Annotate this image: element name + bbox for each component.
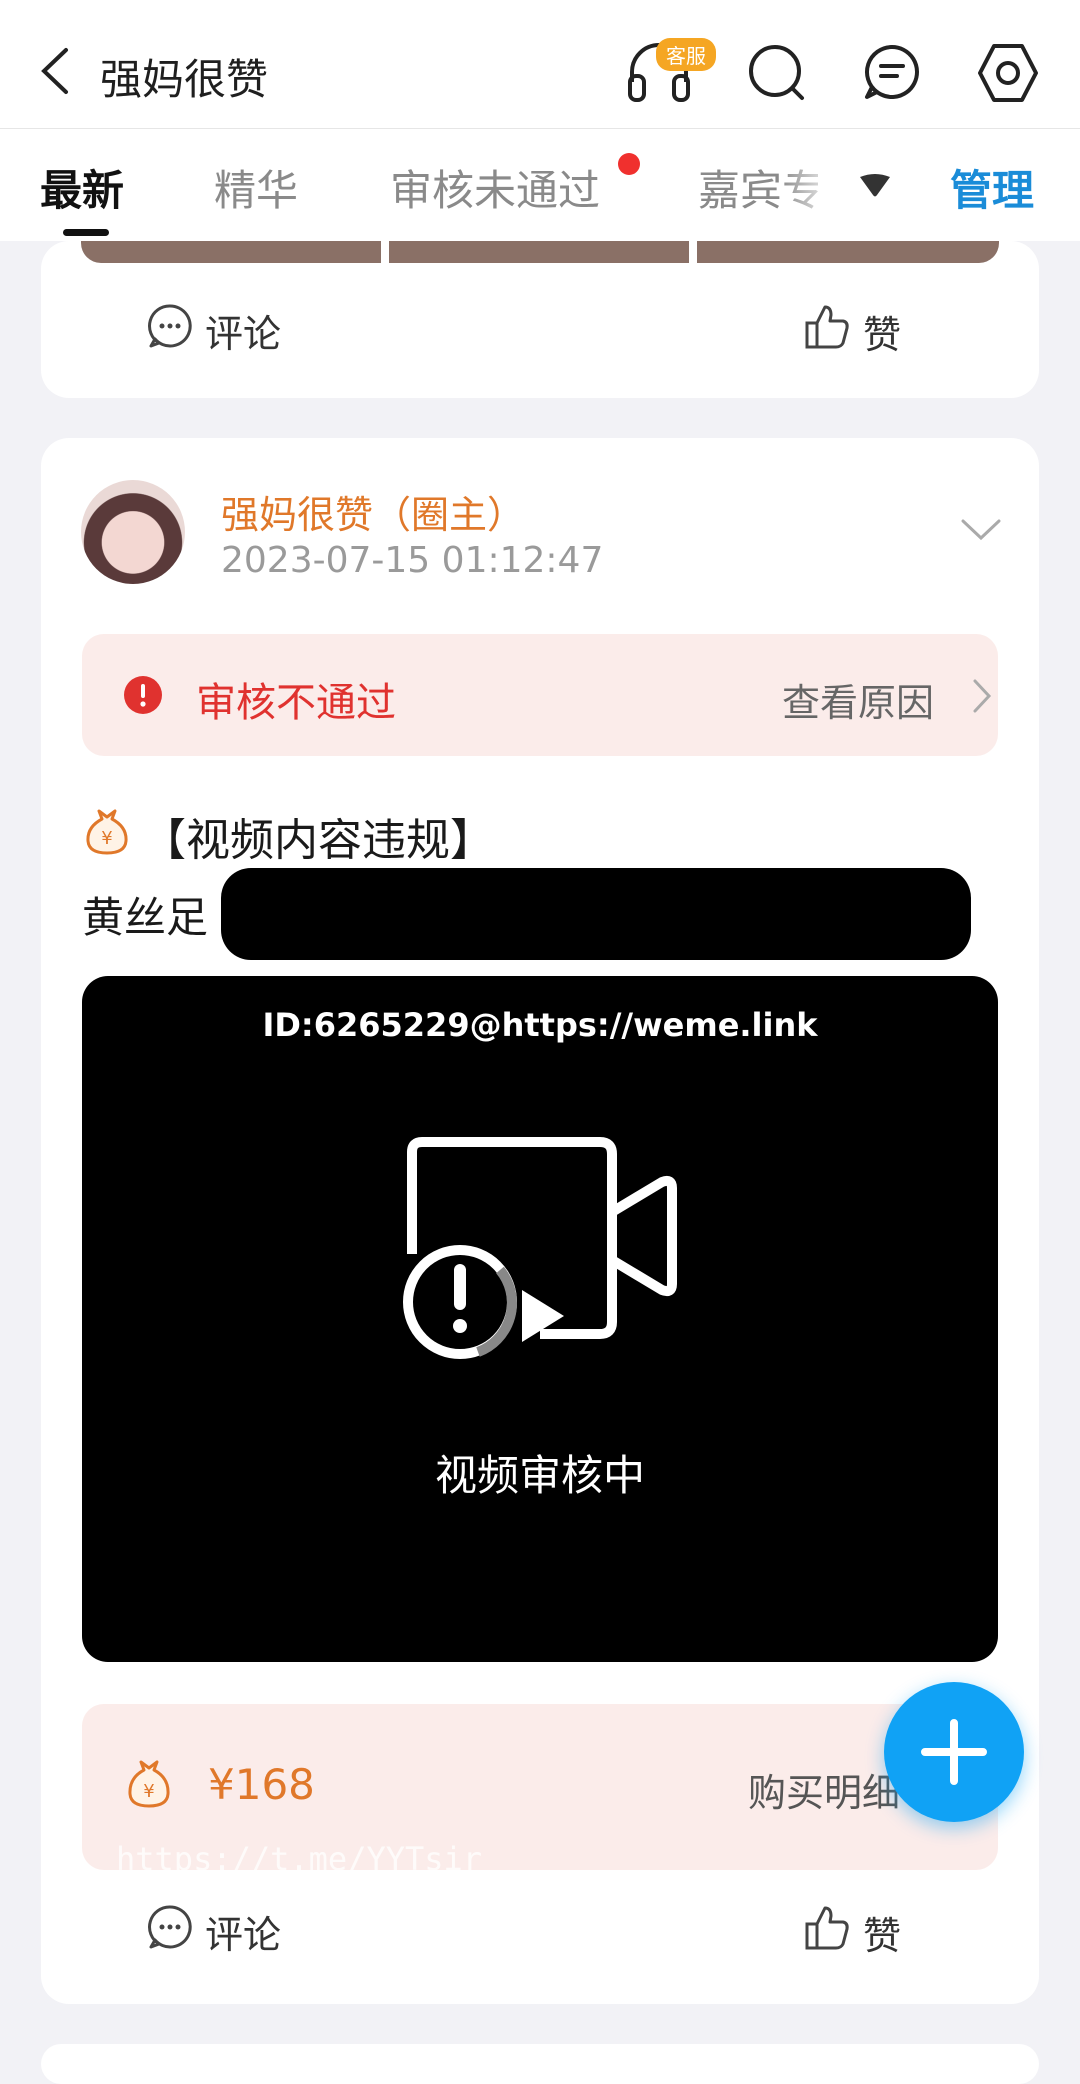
comment-button[interactable]: 评论 bbox=[147, 1904, 281, 1959]
svg-text:¥: ¥ bbox=[101, 828, 112, 849]
image-strip bbox=[81, 241, 999, 263]
price-amount: ¥168 bbox=[208, 1760, 315, 1809]
post-title-text: 【视频内容违规】 bbox=[142, 815, 494, 866]
manage-button[interactable]: 管理 bbox=[950, 157, 1034, 218]
comment-icon bbox=[147, 1904, 193, 1959]
tab-review-failed[interactable]: 审核未通过 bbox=[390, 157, 600, 218]
like-button[interactable]: 赞 bbox=[803, 1904, 901, 1961]
top-bar: 强妈很赞 客服 bbox=[0, 0, 1080, 129]
comment-icon bbox=[147, 303, 193, 358]
create-post-button[interactable] bbox=[884, 1682, 1024, 1822]
video-review-icon bbox=[403, 1137, 677, 1359]
chevron-right-icon bbox=[972, 678, 992, 718]
like-label: 赞 bbox=[863, 313, 902, 357]
search-icon[interactable] bbox=[746, 42, 806, 102]
post-title: ¥ 【视频内容违规】 bbox=[82, 804, 494, 868]
author-name[interactable]: 强妈很赞（圈主） bbox=[221, 484, 525, 539]
notification-dot bbox=[618, 153, 640, 175]
tab-bar: 最新 精华 审核未通过 嘉宾专 管理 bbox=[0, 129, 1080, 241]
back-icon[interactable] bbox=[36, 46, 76, 96]
chevron-down-icon[interactable] bbox=[961, 518, 1001, 546]
post-body: 黄丝足 bbox=[82, 893, 209, 942]
active-tab-indicator bbox=[63, 229, 109, 236]
view-reason-link[interactable]: 查看原因 bbox=[782, 672, 934, 727]
post-image[interactable] bbox=[697, 241, 999, 263]
video-player[interactable]: ID:6265229@https://weme.link 视频审核中 bbox=[82, 976, 998, 1662]
post-image[interactable] bbox=[389, 241, 689, 263]
error-icon bbox=[124, 676, 162, 718]
purchase-detail-link[interactable]: 购买明细 bbox=[748, 1762, 900, 1817]
svg-text:¥: ¥ bbox=[143, 1781, 154, 1802]
thumbs-up-icon bbox=[803, 1904, 851, 1961]
page-title: 强妈很赞 bbox=[100, 55, 269, 104]
plus-icon bbox=[921, 1719, 987, 1785]
money-bag-icon: ¥ bbox=[124, 1756, 174, 1814]
next-post-card bbox=[41, 2044, 1039, 2084]
post-image[interactable] bbox=[81, 241, 381, 263]
support-badge[interactable]: 客服 bbox=[656, 38, 716, 71]
review-status-banner[interactable]: 审核不通过 查看原因 bbox=[82, 634, 998, 756]
money-bag-icon: ¥ bbox=[82, 805, 132, 868]
video-status-text: 视频审核中 bbox=[434, 1451, 645, 1500]
thumbs-up-icon bbox=[803, 303, 851, 360]
tab-dropdown-icon[interactable] bbox=[858, 173, 892, 203]
tab-latest[interactable]: 最新 bbox=[40, 157, 124, 218]
video-watermark: ID:6265229@https://weme.link bbox=[262, 1006, 818, 1044]
settings-icon[interactable] bbox=[976, 42, 1038, 102]
message-icon[interactable] bbox=[862, 42, 922, 102]
redaction-mark bbox=[221, 868, 971, 960]
comment-button[interactable]: 评论 bbox=[147, 303, 281, 358]
tab-featured[interactable]: 精华 bbox=[214, 157, 298, 218]
like-label: 赞 bbox=[863, 1914, 902, 1958]
post-timestamp: 2023-07-15 01:12:47 bbox=[221, 540, 604, 581]
overlay-watermark-text: https://t.me/YYTsir bbox=[116, 1840, 483, 1878]
tab-fade bbox=[780, 129, 840, 241]
like-button[interactable]: 赞 bbox=[803, 303, 901, 360]
previous-post-card: 评论 赞 bbox=[41, 241, 1039, 398]
avatar[interactable] bbox=[81, 480, 185, 584]
comment-label: 评论 bbox=[205, 312, 282, 356]
review-status-text: 审核不通过 bbox=[196, 680, 396, 726]
price-panel[interactable]: ¥ ¥168 购买明细 https://t.me/YYTsir bbox=[82, 1704, 998, 1878]
comment-label: 评论 bbox=[205, 1913, 282, 1957]
